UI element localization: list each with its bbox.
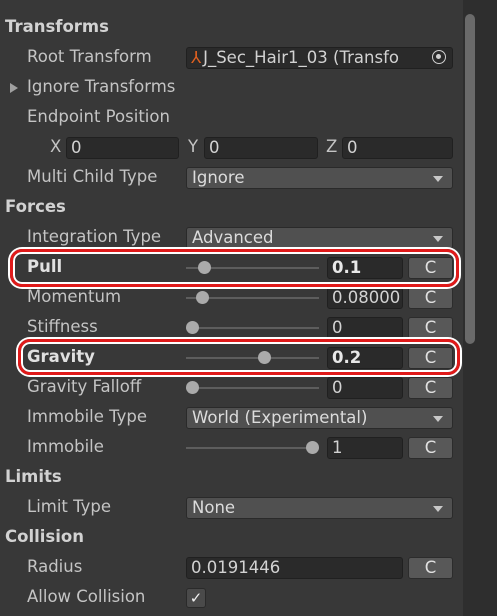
- gravity-falloff-row: Gravity Falloff 0 C: [0, 373, 462, 403]
- limit-type-dropdown[interactable]: None: [186, 497, 453, 519]
- section-collision: Collision: [0, 523, 462, 553]
- integration-type-value: Advanced: [192, 228, 274, 247]
- momentum-value-field[interactable]: 0.08000: [327, 287, 403, 309]
- pull-label: Pull: [27, 257, 63, 276]
- immobile-row: Immobile 1 C: [0, 433, 462, 463]
- momentum-curve-button[interactable]: C: [408, 287, 453, 309]
- section-title-forces: Forces: [5, 197, 66, 216]
- section-limits: Limits: [0, 463, 462, 493]
- section-title-limits: Limits: [5, 467, 62, 486]
- endpoint-xyz-row: X 0 Y 0 Z 0: [0, 133, 462, 163]
- dropdown-arrow-icon: [433, 236, 443, 242]
- section-transforms: Transforms: [0, 13, 462, 43]
- section-title-transforms: Transforms: [5, 17, 109, 36]
- root-transform-label: Root Transform: [27, 47, 152, 66]
- stiffness-row: Stiffness 0 C: [0, 313, 462, 343]
- gravity-slider-track[interactable]: [186, 357, 319, 359]
- inspector-scrollbar[interactable]: [463, 0, 497, 616]
- gravity-label: Gravity: [27, 347, 95, 366]
- multi-child-dropdown[interactable]: Ignore: [186, 167, 453, 189]
- momentum-slider-thumb[interactable]: [195, 291, 209, 304]
- root-transform-field[interactable]: ⅄ J_Sec_Hair1_03 (Transfo: [186, 47, 453, 69]
- stiffness-slider-thumb[interactable]: [186, 321, 199, 334]
- limit-type-value: None: [192, 498, 236, 517]
- immobile-slider-thumb[interactable]: [306, 441, 319, 454]
- immobile-type-label: Immobile Type: [27, 407, 148, 426]
- limit-type-label: Limit Type: [27, 497, 112, 516]
- radius-label: Radius: [27, 557, 83, 576]
- pull-value-field[interactable]: 0.1: [327, 257, 403, 279]
- section-forces: Forces: [0, 193, 462, 223]
- gravity-row: Gravity 0.2 C: [0, 343, 462, 373]
- endpoint-x-field[interactable]: 0: [66, 137, 179, 159]
- gravity-falloff-value-field[interactable]: 0: [327, 377, 403, 399]
- endpoint-position-label: Endpoint Position: [27, 107, 170, 126]
- y-label: Y: [188, 137, 199, 156]
- ignore-transforms-row[interactable]: Ignore Transforms: [0, 73, 462, 103]
- multi-child-value: Ignore: [192, 168, 245, 187]
- immobile-value-field[interactable]: 1: [327, 437, 403, 459]
- dropdown-arrow-icon: [433, 176, 443, 182]
- allow-collision-row: Allow Collision ✓: [0, 583, 462, 613]
- endpoint-y-field[interactable]: 0: [204, 137, 318, 159]
- pull-row: Pull 0.1 C: [0, 253, 462, 283]
- stiffness-slider-track[interactable]: [186, 327, 319, 329]
- immobile-type-dropdown[interactable]: World (Experimental): [186, 407, 453, 429]
- immobile-type-value: World (Experimental): [192, 408, 368, 427]
- gravity-falloff-slider-thumb[interactable]: [186, 381, 199, 394]
- limit-type-row: Limit Type None: [0, 493, 462, 523]
- ignore-transforms-label[interactable]: Ignore Transforms: [27, 77, 175, 96]
- momentum-row: Momentum 0.08000 C: [0, 283, 462, 313]
- multi-child-label: Multi Child Type: [27, 167, 158, 186]
- dropdown-arrow-icon: [433, 506, 443, 512]
- gravity-value-field[interactable]: 0.2: [327, 347, 403, 369]
- x-label: X: [50, 137, 62, 156]
- immobile-slider-track[interactable]: [186, 447, 319, 449]
- stiffness-label: Stiffness: [27, 317, 98, 336]
- foldout-arrow-icon[interactable]: [10, 83, 18, 93]
- pull-slider-thumb[interactable]: [198, 261, 211, 274]
- section-title-collision: Collision: [5, 527, 84, 546]
- momentum-label: Momentum: [27, 287, 122, 306]
- integration-type-label: Integration Type: [27, 227, 162, 246]
- integration-type-dropdown[interactable]: Advanced: [186, 227, 453, 249]
- radius-curve-button[interactable]: C: [408, 557, 453, 579]
- gravity-falloff-slider-track[interactable]: [186, 387, 319, 389]
- integration-row: Integration Type Advanced: [0, 223, 462, 253]
- radius-row: Radius 0.0191446 C: [0, 553, 462, 583]
- immobile-label: Immobile: [27, 437, 104, 456]
- scrollbar-thumb[interactable]: [465, 14, 475, 344]
- object-picker-icon[interactable]: [432, 50, 446, 64]
- allow-collision-label: Allow Collision: [27, 587, 146, 606]
- immobile-type-row: Immobile Type World (Experimental): [0, 403, 462, 433]
- multi-child-row: Multi Child Type Ignore: [0, 163, 462, 193]
- stiffness-value-field[interactable]: 0: [327, 317, 403, 339]
- pull-curve-button[interactable]: C: [408, 257, 453, 279]
- gravity-slider-thumb[interactable]: [258, 351, 271, 364]
- allow-collision-checkbox[interactable]: ✓: [186, 588, 206, 608]
- transform-icon: ⅄: [191, 48, 202, 67]
- root-transform-value: J_Sec_Hair1_03 (Transfo: [203, 48, 399, 67]
- z-label: Z: [326, 137, 338, 156]
- gravity-falloff-label: Gravity Falloff: [27, 377, 142, 396]
- gravity-curve-button[interactable]: C: [408, 347, 453, 369]
- stiffness-curve-button[interactable]: C: [408, 317, 453, 339]
- root-transform-row: Root Transform ⅄ J_Sec_Hair1_03 (Transfo: [0, 43, 462, 73]
- endpoint-z-field[interactable]: 0: [342, 137, 453, 159]
- dropdown-arrow-icon: [433, 416, 443, 422]
- immobile-curve-button[interactable]: C: [408, 437, 453, 459]
- gravity-falloff-curve-button[interactable]: C: [408, 377, 453, 399]
- radius-value-field[interactable]: 0.0191446: [186, 557, 403, 579]
- endpoint-label-row: Endpoint Position: [0, 103, 462, 133]
